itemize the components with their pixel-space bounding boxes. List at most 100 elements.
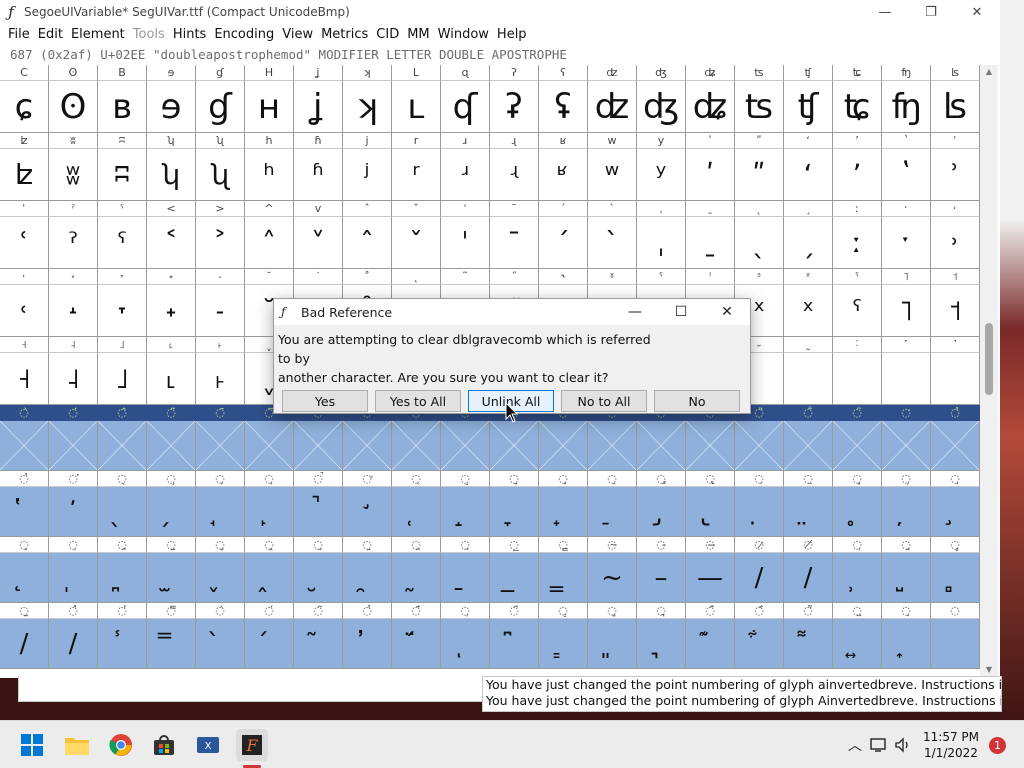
menu-element[interactable]: Element — [67, 25, 129, 45]
glyph-cell[interactable]: ̛ — [343, 487, 392, 537]
glyph-cell[interactable]: ʯ — [196, 149, 245, 201]
glyph-cell[interactable]: ̘ — [196, 487, 245, 537]
glyph-cell[interactable]: ʞ — [343, 81, 392, 133]
glyph-cell[interactable]: ʡ — [490, 81, 539, 133]
glyph-cell[interactable]: ͉ — [637, 619, 686, 669]
glyph-cell[interactable]: ˕ — [98, 285, 147, 337]
glyph-cell[interactable]: ʸ — [637, 149, 686, 201]
glyph-cell-empty[interactable] — [147, 421, 196, 471]
volume-icon[interactable] — [891, 733, 915, 757]
glyph-cell[interactable]: ̗ — [147, 487, 196, 537]
glyph-cell[interactable]: ̬ — [196, 553, 245, 603]
glyph-cell[interactable]: ̮ — [294, 553, 343, 603]
glyph-cell[interactable]: ̞ — [490, 487, 539, 537]
menu-edit[interactable]: Edit — [34, 25, 67, 45]
scrollbar-thumb[interactable] — [985, 323, 993, 395]
glyph-cell[interactable]: ʧ — [784, 81, 833, 133]
file-explorer-icon[interactable] — [61, 729, 93, 761]
glyph-cell[interactable] — [931, 353, 980, 405]
glyph-cell[interactable]: ̲ — [490, 553, 539, 603]
glyph-cell-empty[interactable] — [392, 421, 441, 471]
glyph-cell[interactable]: ʜ — [245, 81, 294, 133]
glyph-cell[interactable]: ˄ — [245, 217, 294, 269]
glyph-cell-empty[interactable] — [882, 421, 931, 471]
glyph-cell[interactable]: ˀ — [49, 217, 98, 269]
glyph-cell[interactable]: ̓ — [343, 619, 392, 669]
dialog-maximize-button[interactable]: ☐ — [658, 299, 704, 325]
glyph-cell[interactable]: ˊ — [539, 217, 588, 269]
glyph-cell[interactable]: ̹ — [833, 553, 882, 603]
menu-tools[interactable]: Tools — [129, 25, 169, 45]
glyph-cell[interactable]: ̿ — [147, 619, 196, 669]
glyph-cell[interactable]: ʠ — [441, 81, 490, 133]
glyph-cell[interactable]: ʨ — [833, 81, 882, 133]
glyph-cell-empty[interactable] — [833, 421, 882, 471]
menu-window[interactable]: Window — [434, 25, 493, 45]
yes-to-all-button[interactable]: Yes to All — [375, 390, 461, 412]
glyph-cell[interactable]: ˇ — [392, 217, 441, 269]
glyph-cell[interactable]: ˉ — [490, 217, 539, 269]
glyph-cell[interactable]: ˓ — [0, 285, 49, 337]
glyph-cell[interactable]: ̨ — [0, 553, 49, 603]
clock[interactable]: 11:57 PM 1/1/2022 — [923, 729, 979, 761]
glyph-cell-empty[interactable] — [686, 421, 735, 471]
glyph-cell[interactable]: ˍ — [686, 217, 735, 269]
notification-badge[interactable]: 1 — [989, 736, 1006, 754]
glyph-cell[interactable]: ʳ — [392, 149, 441, 201]
glyph-cell[interactable]: ˎ — [735, 217, 784, 269]
glyph-cell[interactable]: ː — [833, 217, 882, 269]
glyph-cell[interactable]: ˣ — [784, 285, 833, 337]
glyph-cell[interactable]: ̳ — [539, 553, 588, 603]
glyph-cell[interactable]: ˖ — [147, 285, 196, 337]
menu-cid[interactable]: CID — [372, 25, 403, 45]
glyph-cell[interactable]: ˤ — [833, 285, 882, 337]
glyph-cell[interactable]: ˅ — [294, 217, 343, 269]
glyph-cell-empty[interactable] — [441, 421, 490, 471]
glyph-cell-empty[interactable] — [0, 421, 49, 471]
glyph-cell[interactable] — [833, 353, 882, 405]
glyph-cell[interactable]: ʝ — [294, 81, 343, 133]
glyph-cell[interactable]: ˪ — [147, 353, 196, 405]
glyph-cell[interactable]: ͆ — [490, 619, 539, 669]
glyph-cell[interactable]: ̖ — [98, 487, 147, 537]
glyph-cell[interactable]: ʦ — [735, 81, 784, 133]
glyph-cell[interactable]: ̔ — [0, 487, 49, 537]
glyph-cell[interactable]: ͎ — [882, 619, 931, 669]
glyph-cell[interactable]: ̩ — [49, 553, 98, 603]
glyph-cell[interactable]: ͈ — [588, 619, 637, 669]
glyph-cell[interactable]: ~ — [588, 553, 637, 603]
menu-hints[interactable]: Hints — [169, 25, 211, 45]
glyph-cell-empty[interactable] — [98, 421, 147, 471]
glyph-cell[interactable]: ̠ — [588, 487, 637, 537]
fontforge-icon[interactable]: F — [236, 729, 268, 761]
glyph-cell[interactable]: ˏ — [784, 217, 833, 269]
glyph-cell[interactable]: ̀ — [196, 619, 245, 669]
glyph-cell[interactable]: ̺ — [882, 553, 931, 603]
scroll-up-arrow-icon[interactable]: ▲ — [980, 65, 998, 79]
glyph-cell[interactable]: ʼ — [833, 149, 882, 201]
glyph-cell[interactable]: ˑ — [882, 217, 931, 269]
glyph-cell[interactable]: ʶ — [539, 149, 588, 201]
chrome-icon[interactable] — [105, 729, 137, 761]
glyph-cell[interactable]: ʟ — [392, 81, 441, 133]
glyph-cell[interactable]: ʩ — [882, 81, 931, 133]
glyph-cell[interactable]: ̣ — [735, 487, 784, 537]
yes-button[interactable]: Yes — [282, 390, 368, 412]
glyph-cell[interactable]: ʷ — [588, 149, 637, 201]
glyph-cell[interactable]: ͍ — [833, 619, 882, 669]
glyph-cell[interactable]: ˧ — [0, 353, 49, 405]
glyph-cell[interactable]: ˔ — [49, 285, 98, 337]
menu-mm[interactable]: MM — [403, 25, 433, 45]
glyph-cell[interactable]: ˦ — [931, 285, 980, 337]
glyph-cell[interactable]: ̰ — [392, 553, 441, 603]
glyph-cell[interactable]: ʙ — [98, 81, 147, 133]
glyph-cell[interactable]: ʥ — [686, 81, 735, 133]
glyph-cell[interactable]: ʾ — [931, 149, 980, 201]
glyph-cell[interactable]: ˩ — [98, 353, 147, 405]
glyph-cell[interactable]: ͏ — [931, 619, 980, 669]
menu-encoding[interactable]: Encoding — [210, 25, 278, 45]
glyph-cell[interactable]: ͌ — [784, 619, 833, 669]
glyph-cell[interactable]: ʴ — [441, 149, 490, 201]
glyph-cell[interactable]: ̢ — [686, 487, 735, 537]
glyph-cell[interactable]: ʬ — [49, 149, 98, 201]
